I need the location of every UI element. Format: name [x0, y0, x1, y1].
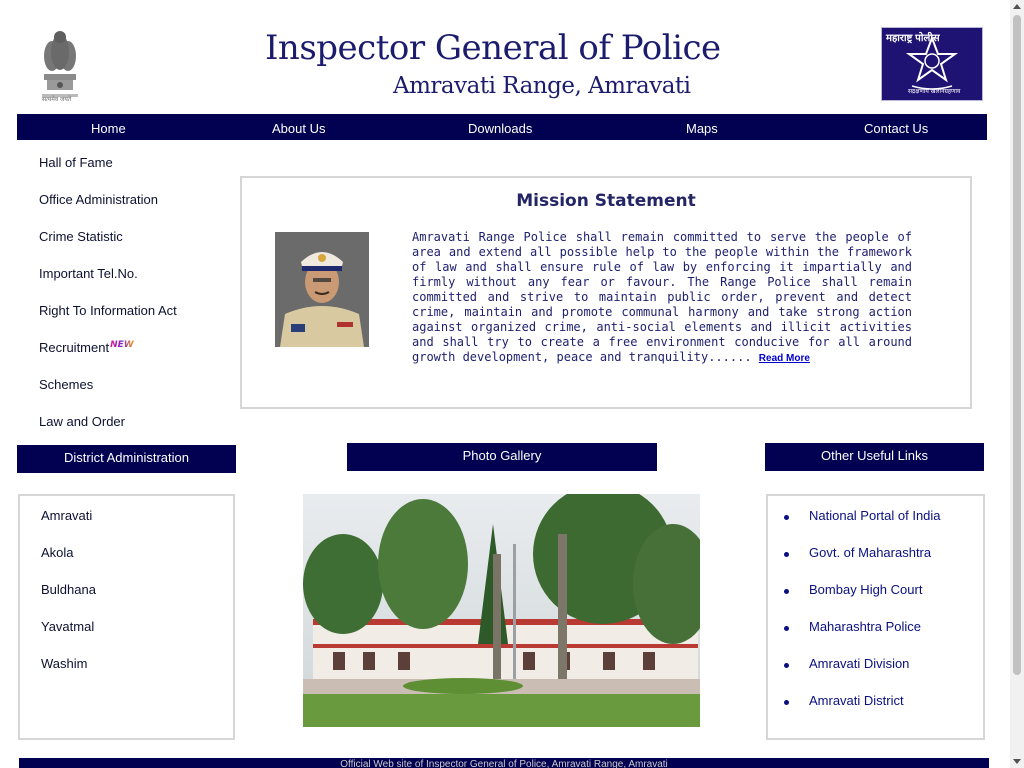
sidebar-item-rti-act[interactable]: Right To Information Act — [39, 303, 177, 318]
link-national-portal[interactable]: National Portal of India — [809, 508, 941, 523]
logo-motto: सद्रक्षणाय खलनिग्रहणाय — [908, 89, 961, 95]
link-amravati-division[interactable]: Amravati Division — [809, 656, 909, 671]
link-bombay-high-court[interactable]: Bombay High Court — [809, 582, 922, 597]
scrollbar-thumb[interactable] — [1013, 15, 1021, 675]
nav-downloads[interactable]: Downloads — [468, 121, 532, 136]
sidebar-item-recruitment-label: Recruitment — [39, 340, 110, 355]
scroll-down-arrow-icon[interactable] — [1013, 759, 1021, 764]
bullet-icon — [784, 626, 789, 631]
district-item-buldhana[interactable]: Buldhana — [41, 582, 96, 597]
nav-contact-us[interactable]: Contact Us — [864, 121, 928, 136]
sidebar-item-hall-of-fame[interactable]: Hall of Fame — [39, 155, 113, 170]
nav-maps[interactable]: Maps — [686, 121, 718, 136]
nav-home[interactable]: Home — [91, 121, 126, 136]
main-nav: Home About Us Downloads Maps Contact Us — [17, 114, 987, 140]
page-scrollbar[interactable] — [1010, 0, 1024, 768]
bullet-icon — [784, 700, 789, 705]
mission-title: Mission Statement — [516, 191, 696, 211]
page-subtitle: Amravati Range, Amravati — [393, 73, 691, 99]
read-more-link[interactable]: Read More — [759, 353, 810, 364]
bullet-icon — [784, 589, 789, 594]
new-badge-icon: NEW — [110, 340, 134, 350]
sidebar-item-law-and-order[interactable]: Law and Order — [39, 414, 125, 429]
photo-gallery-heading: Photo Gallery — [347, 443, 657, 471]
district-item-yavatmal[interactable]: Yavatmal — [41, 619, 94, 634]
bullet-icon — [784, 663, 789, 668]
sidebar-item-schemes[interactable]: Schemes — [39, 377, 93, 392]
scroll-up-arrow-icon[interactable] — [1013, 4, 1021, 9]
sidebar-item-important-tel[interactable]: Important Tel.No. — [39, 266, 138, 281]
useful-links-heading: Other Useful Links — [765, 443, 984, 471]
district-list-box: Amravati Akola Buldhana Yavatmal Washim — [18, 494, 235, 740]
gallery-photo[interactable] — [303, 494, 700, 727]
district-item-washim[interactable]: Washim — [41, 656, 87, 671]
page-title: Inspector General of Police — [265, 28, 721, 68]
link-amravati-district[interactable]: Amravati District — [809, 693, 904, 708]
district-item-amravati[interactable]: Amravati — [41, 508, 92, 523]
logo-title: महाराष्ट्र पोलीस — [886, 33, 940, 44]
maharashtra-police-logo: महाराष्ट्र पोलीस सद्रक्षणाय खलनिग्रहणाय — [881, 27, 983, 101]
bullet-icon — [784, 515, 789, 520]
useful-links-box: National Portal of India Govt. of Mahara… — [766, 494, 985, 740]
mission-statement-box: Mission Statement Amravati Range Police … — [240, 176, 972, 409]
sidebar-item-crime-statistic[interactable]: Crime Statistic — [39, 229, 123, 244]
link-govt-maharashtra[interactable]: Govt. of Maharashtra — [809, 545, 931, 560]
sidebar-item-office-administration[interactable]: Office Administration — [39, 192, 158, 207]
mission-text: Amravati Range Police shall remain commi… — [412, 230, 912, 366]
district-item-akola[interactable]: Akola — [41, 545, 74, 560]
bullet-icon — [784, 552, 789, 557]
sidebar-item-recruitment[interactable]: RecruitmentNEW — [39, 340, 134, 355]
nav-about-us[interactable]: About Us — [272, 121, 325, 136]
district-administration-heading: District Administration — [17, 445, 236, 473]
footer-bar: Official Web site of Inspector General o… — [19, 758, 989, 768]
mission-body: Amravati Range Police shall remain commi… — [412, 230, 912, 364]
ig-portrait-photo — [275, 232, 369, 347]
link-maharashtra-police[interactable]: Maharashtra Police — [809, 619, 921, 634]
emblem-motto: सत्यमेव जयते — [42, 97, 72, 103]
